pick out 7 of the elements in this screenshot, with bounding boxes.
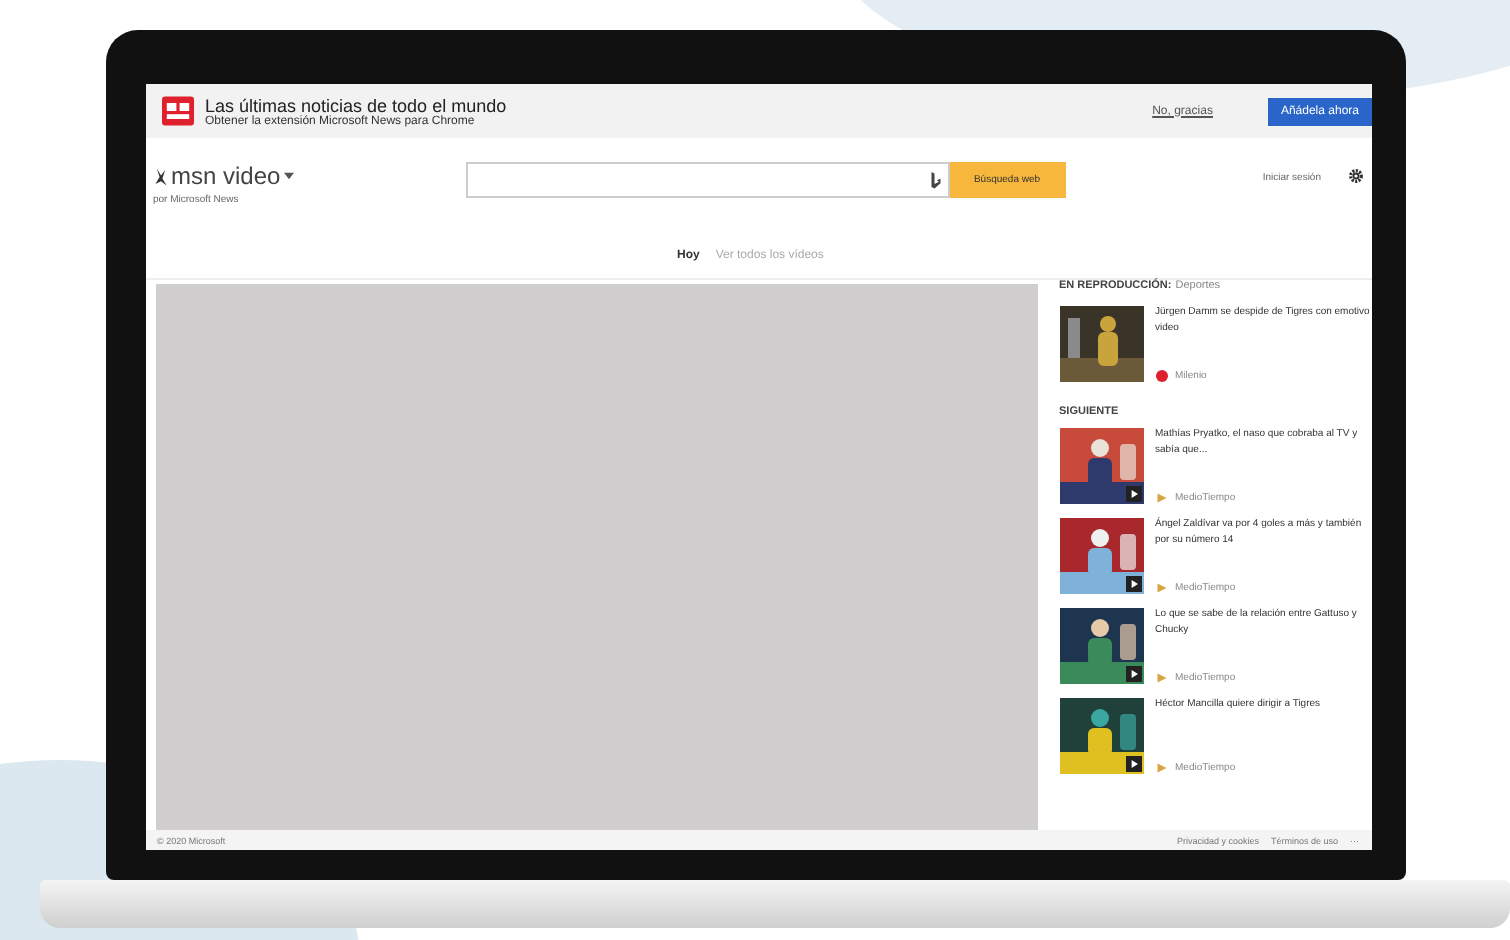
news-icon xyxy=(161,96,193,126)
caret-icon[interactable] xyxy=(284,172,295,180)
banner-title: Las últimas noticias de todo el mundo xyxy=(205,95,509,115)
settings-icon[interactable] xyxy=(1347,168,1363,184)
bing-icon xyxy=(929,171,941,189)
search-field[interactable] xyxy=(465,162,949,198)
logo-text: msn video xyxy=(171,162,281,190)
